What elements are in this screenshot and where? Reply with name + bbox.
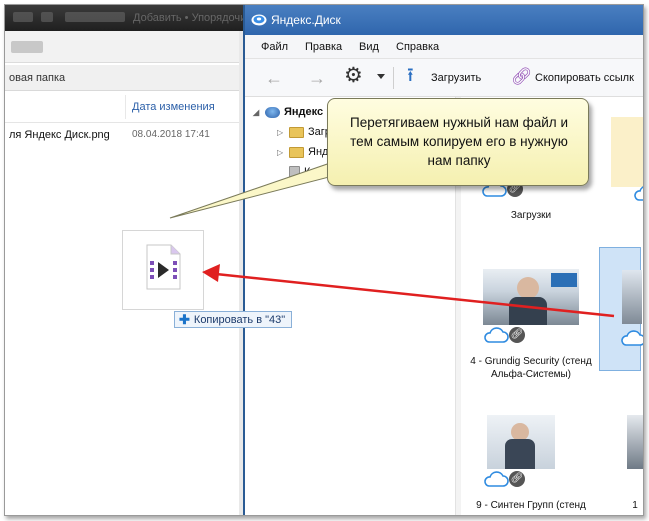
- cloud-folder-icon: [289, 146, 304, 158]
- video-thumbnail: [622, 270, 642, 324]
- toolbar-separator: [393, 67, 394, 89]
- copy-to-label: Копировать в "43": [193, 314, 286, 326]
- tree-collapse-icon[interactable]: ▷: [277, 148, 285, 157]
- video-thumbnail: [487, 415, 555, 469]
- yandex-disk-icon: [265, 106, 280, 118]
- folder-name: овая папка: [9, 72, 66, 84]
- menu-file[interactable]: Файл: [261, 41, 288, 53]
- video-thumbnail: [627, 415, 643, 469]
- cloud-icon: [634, 186, 643, 201]
- link-icon[interactable]: 🔗︎: [511, 67, 533, 87]
- tile-sinten-video[interactable]: 🔗︎ 9 - Синтен Групп (стенд: [461, 415, 601, 515]
- tree-item-label: Янд: [308, 146, 329, 158]
- tree-item-yandex[interactable]: ◢ Яндекс: [253, 103, 323, 121]
- callout-bubble: Перетягиваем нужный нам файл и тем самым…: [327, 98, 589, 186]
- menu-help[interactable]: Справка: [396, 41, 439, 53]
- column-date-modified[interactable]: Дата изменения: [132, 101, 215, 113]
- screenshot-frame: Добавить • Упорядочить овая папка Дата и…: [4, 4, 644, 516]
- explorer-folder-header: овая папка: [5, 65, 243, 91]
- tree-item-label: Ко: [304, 166, 317, 178]
- tree-collapse-icon[interactable]: ▷: [277, 128, 285, 137]
- person-head: [517, 277, 539, 299]
- menu-bar: Файл Правка Вид Справка: [245, 35, 643, 59]
- menu-view[interactable]: Вид: [359, 41, 379, 53]
- shared-link-icon: 🔗︎: [509, 327, 525, 343]
- person-body: [509, 297, 547, 325]
- forward-arrow-icon[interactable]: →: [308, 68, 326, 88]
- video-file-icon: [146, 244, 181, 290]
- cloud-folder-icon: [289, 126, 304, 138]
- plus-icon: ✚: [179, 312, 190, 327]
- explorer-command-text[interactable]: Добавить • Упорядочить: [133, 12, 257, 24]
- back-arrow-icon[interactable]: ←: [265, 68, 283, 88]
- blurred-address: [11, 41, 43, 53]
- column-header: Дата изменения: [5, 91, 243, 123]
- shared-link-icon: 🔗︎: [509, 471, 525, 487]
- explorer-address-bar[interactable]: [5, 31, 243, 63]
- tree-item-label: Яндекс: [284, 106, 324, 118]
- copy-to-tooltip: ✚ Копировать в "43": [174, 311, 293, 328]
- tile-caption: Загрузки: [510, 210, 552, 221]
- copy-link-button[interactable]: Скопировать ссылк: [535, 72, 634, 84]
- tree-item-downloads[interactable]: ▷ Загр: [277, 123, 331, 141]
- yandex-disk-window: Яндекс.Диск Файл Правка Вид Справка ← → …: [243, 5, 643, 515]
- cloud-icon: [484, 327, 509, 343]
- callout-text: Перетягиваем нужный нам файл и тем самым…: [350, 115, 568, 168]
- blurred-nav-button[interactable]: [41, 12, 53, 22]
- menu-edit[interactable]: Правка: [305, 41, 342, 53]
- yandex-disk-logo-icon: [251, 14, 267, 26]
- tile-caption: 4 - Grundig Security (стенд Альфа-Систем…: [470, 356, 592, 380]
- thumbnail-banner: [551, 273, 577, 287]
- tile-caption: 9 - Синтен Групп (стенд: [476, 500, 586, 511]
- cloud-icon: [621, 330, 643, 346]
- file-name[interactable]: ля Яндекс Диск.png: [9, 129, 110, 141]
- tree-item-trash[interactable]: Ко: [289, 163, 317, 181]
- upload-button[interactable]: Загрузить: [431, 72, 481, 84]
- file-date: 08.04.2018 17:41: [132, 129, 210, 140]
- video-thumbnail: [483, 269, 579, 325]
- file-row[interactable]: ля Яндекс Диск.png 08.04.2018 17:41: [5, 126, 243, 146]
- folder-tile-partial[interactable]: [611, 117, 643, 187]
- blurred-back-button[interactable]: [13, 12, 33, 22]
- window-title: Яндекс.Диск: [271, 13, 341, 27]
- upload-icon[interactable]: ⭱: [407, 66, 414, 86]
- tile-grundig-video[interactable]: 🔗︎ 4 - Grundig Security (стенд Альфа-Сис…: [461, 269, 601, 380]
- tile-selected[interactable]: [599, 247, 643, 371]
- explorer-command-bar: Добавить • Упорядочить: [5, 5, 257, 31]
- trash-icon: [289, 165, 300, 179]
- screenshot-stage: Добавить • Упорядочить овая папка Дата и…: [0, 0, 649, 521]
- blurred-command-button[interactable]: [65, 12, 125, 22]
- column-separator[interactable]: [125, 95, 126, 119]
- tree-item-yandex-folder[interactable]: ▷ Янд: [277, 143, 328, 161]
- tree-expand-icon[interactable]: ◢: [253, 108, 261, 117]
- toolbar: ← → ⚙ ⭱ Загрузить 🔗︎ Скопировать ссылк: [245, 59, 643, 97]
- person-body: [505, 439, 535, 469]
- tile-caption: 1: [632, 500, 638, 511]
- cloud-icon: [484, 471, 509, 487]
- tile-partial-right[interactable]: 1: [625, 415, 643, 515]
- drag-preview: [122, 230, 204, 310]
- title-bar: Яндекс.Диск: [245, 5, 643, 35]
- chevron-down-icon[interactable]: [377, 74, 385, 79]
- gear-icon[interactable]: ⚙: [344, 65, 363, 86]
